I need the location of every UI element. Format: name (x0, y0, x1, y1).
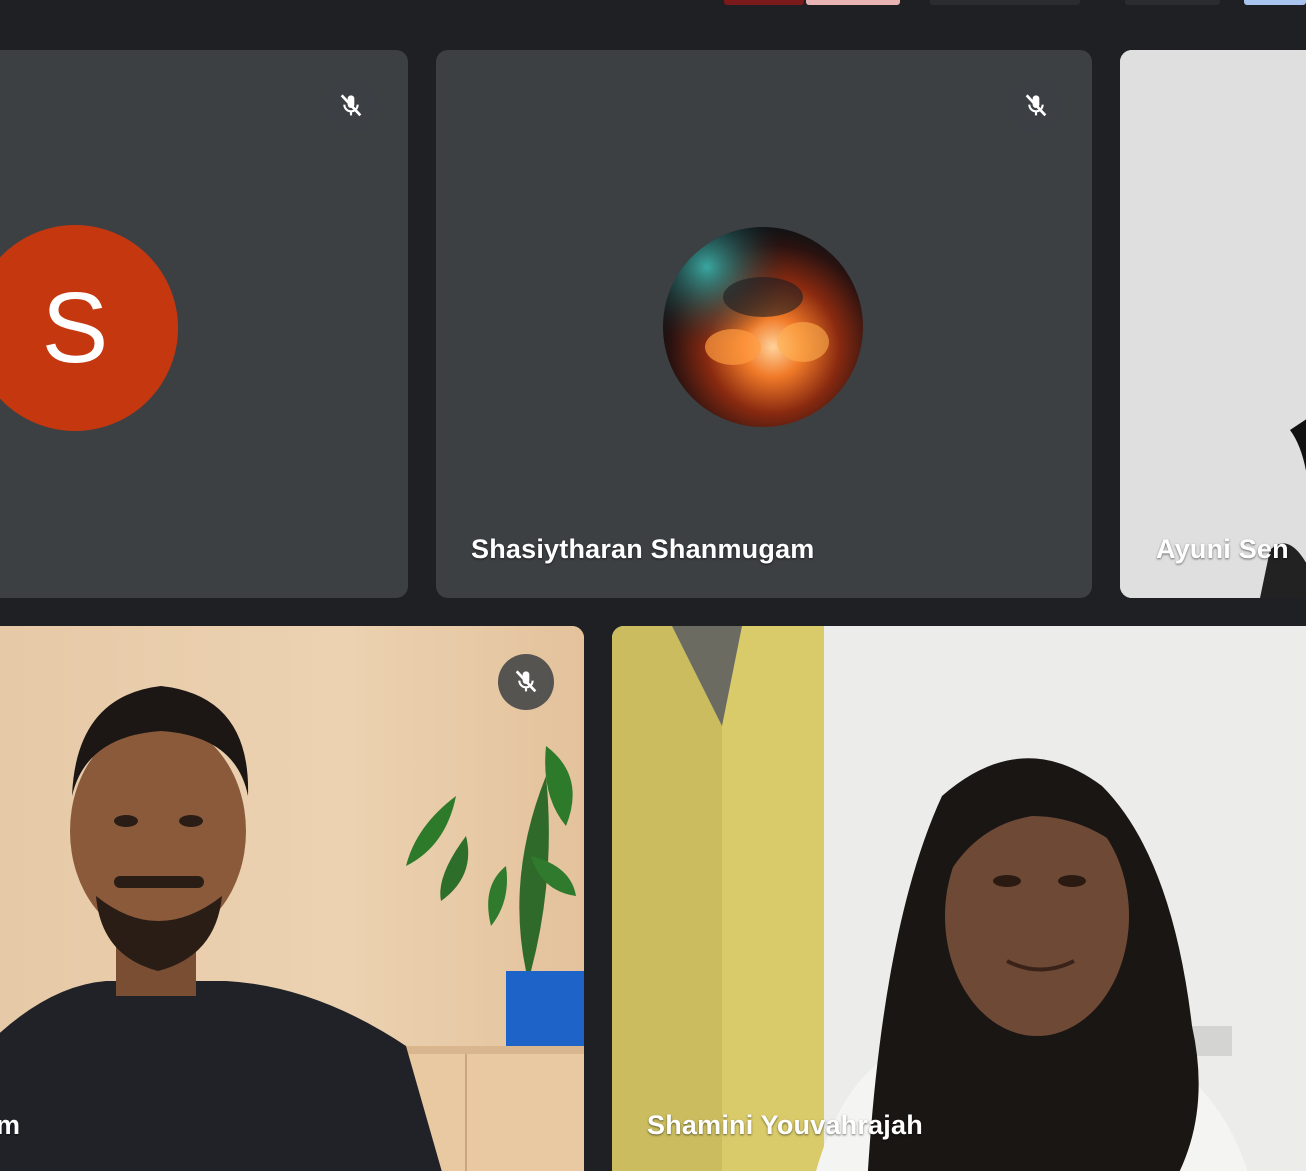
mic-off-icon (340, 94, 362, 117)
mic-off-icon (1025, 94, 1047, 117)
participant-tile[interactable]: S (0, 50, 408, 598)
avatar-letter: S (41, 271, 109, 384)
mute-indicator[interactable] (1008, 78, 1064, 134)
mute-indicator[interactable] (323, 78, 379, 134)
participant-tile[interactable]: m (0, 626, 584, 1171)
video-feed (0, 626, 584, 1171)
strip-thumbnail[interactable] (1244, 0, 1306, 5)
avatar: S (0, 225, 178, 431)
video-feed (1120, 50, 1306, 598)
participant-name: m (0, 1110, 21, 1140)
avatar (663, 227, 863, 427)
strip-thumbnail[interactable] (1125, 0, 1220, 5)
participant-strip (0, 0, 1306, 6)
meeting-grid: S Shasiytharan Shanmugam Ayuni Sen m Sha… (0, 0, 1306, 1171)
strip-thumbnail[interactable] (724, 0, 804, 5)
participant-name: Ayuni Sen (1156, 534, 1289, 564)
participant-name: Shasiytharan Shanmugam (471, 534, 815, 564)
mute-indicator[interactable] (498, 654, 554, 710)
profile-photo (663, 227, 863, 427)
participant-tile[interactable]: Shasiytharan Shanmugam (436, 50, 1092, 598)
participant-name: Shamini Youvahrajah (647, 1110, 923, 1140)
strip-thumbnail[interactable] (930, 0, 1080, 5)
participant-tile[interactable]: Ayuni Sen (1120, 50, 1306, 598)
strip-thumbnail[interactable] (806, 0, 900, 5)
video-feed (612, 626, 1306, 1171)
participant-tile[interactable]: Shamini Youvahrajah (612, 626, 1306, 1171)
mic-off-icon (515, 670, 537, 693)
